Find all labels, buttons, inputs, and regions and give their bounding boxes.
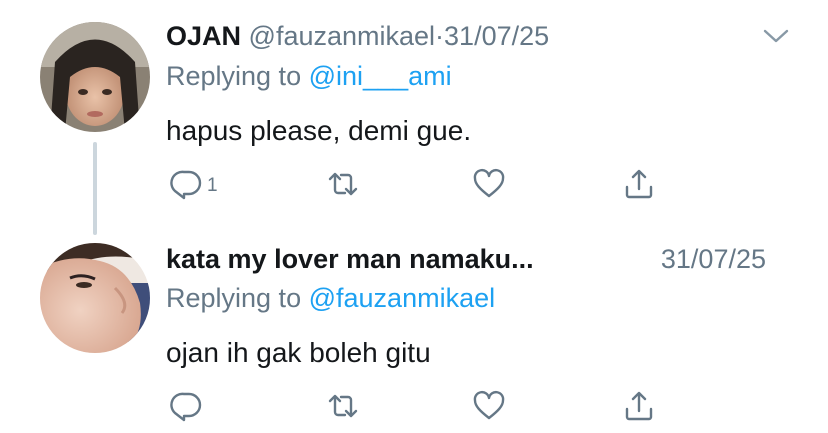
share-icon xyxy=(625,391,653,421)
separator-dot: · xyxy=(435,21,445,51)
handle[interactable]: @fauzanmikael xyxy=(249,21,436,51)
share-icon xyxy=(625,169,653,199)
replying-to: Replying to @fauzanmikael xyxy=(166,282,495,314)
share-button[interactable] xyxy=(622,166,656,202)
like-button[interactable] xyxy=(472,388,506,424)
display-name[interactable]: OJAN xyxy=(166,21,241,51)
like-icon xyxy=(473,168,505,198)
replying-to-label: Replying to xyxy=(166,61,302,91)
retweet-button[interactable] xyxy=(326,388,360,424)
reply-icon xyxy=(170,392,202,422)
like-button[interactable] xyxy=(472,166,506,202)
tweet-actions: 1 xyxy=(166,166,686,202)
reply-count: 1 xyxy=(207,175,218,196)
chevron-down-icon[interactable] xyxy=(762,26,790,46)
replying-to-label: Replying to xyxy=(166,283,302,313)
like-icon xyxy=(473,390,505,420)
tweet-text: hapus please, demi gue. xyxy=(166,115,472,146)
replying-to-link[interactable]: @ini___ami xyxy=(309,61,452,91)
share-button[interactable] xyxy=(622,388,656,424)
tweet-header: kata my lover man namaku... 31/07/25 xyxy=(166,243,766,275)
reply-button[interactable] xyxy=(170,388,204,424)
reply-icon xyxy=(170,170,202,200)
retweet-button[interactable] xyxy=(326,166,360,202)
retweet-icon xyxy=(328,394,358,418)
timestamp[interactable]: 31/07/25 xyxy=(661,243,766,275)
tweet-actions xyxy=(166,388,686,424)
timestamp[interactable]: 31/07/25 xyxy=(444,21,549,51)
avatar[interactable] xyxy=(40,243,150,353)
replying-to: Replying to @ini___ami xyxy=(166,60,452,92)
replying-to-link[interactable]: @fauzanmikael xyxy=(309,283,496,313)
display-name[interactable]: kata my lover man namaku... xyxy=(166,244,534,274)
tweet[interactable]: kata my lover man namaku... 31/07/25 Rep… xyxy=(0,220,828,433)
reply-button[interactable]: 1 xyxy=(170,166,218,202)
retweet-icon xyxy=(328,172,358,196)
tweet-text: ojan ih gak boleh gitu xyxy=(166,337,431,368)
tweet[interactable]: OJAN @fauzanmikael·31/07/25 Replying to … xyxy=(0,0,828,235)
avatar[interactable] xyxy=(40,22,150,132)
tweet-header: OJAN @fauzanmikael·31/07/25 xyxy=(166,20,549,52)
